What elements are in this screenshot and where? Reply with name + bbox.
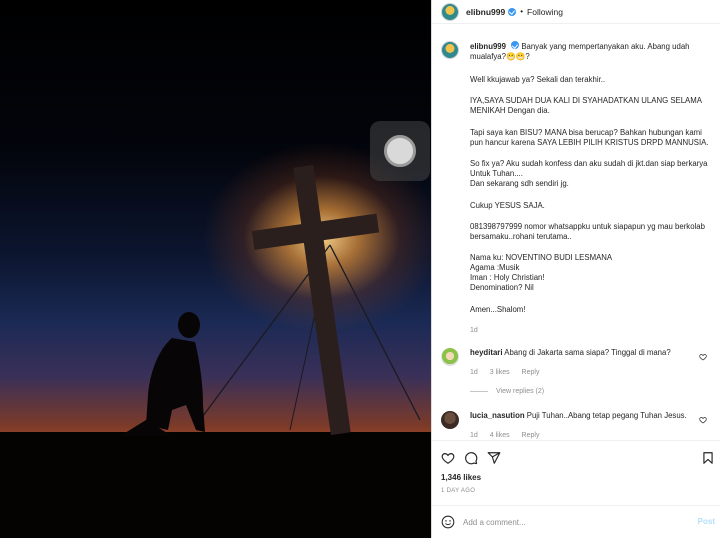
view-replies-button[interactable]: View replies (2) xyxy=(470,388,544,395)
comment-like-icon[interactable] xyxy=(699,416,707,424)
post-comment-button[interactable]: Post xyxy=(698,517,715,526)
following-button[interactable]: Following xyxy=(527,7,563,17)
add-comment-bar: Post xyxy=(432,505,720,538)
play-indicator[interactable] xyxy=(370,121,430,181)
play-indicator-icon xyxy=(384,135,416,167)
caption-first-line: elibnu999 Banyak yang mempertanyakan aku… xyxy=(470,41,713,62)
post-detail-panel: elibnu999 • Following elibnu999 Banyak y… xyxy=(431,0,720,538)
share-icon[interactable] xyxy=(487,451,501,465)
comment-time[interactable]: 1d xyxy=(470,369,478,376)
view-replies-label: View replies (2) xyxy=(496,388,545,395)
comment-likes[interactable]: 4 likes xyxy=(490,432,510,439)
comment-time[interactable]: 1d xyxy=(470,432,478,439)
caption-paragraph-8: Amen...Shalom! xyxy=(470,305,526,314)
comment-text-line: heyditari Abang di Jakarta sama siapa? T… xyxy=(470,348,700,358)
comment-like-icon[interactable] xyxy=(699,353,707,361)
post-image[interactable] xyxy=(0,0,431,538)
view-replies-divider xyxy=(470,391,488,392)
comment-icon[interactable] xyxy=(464,451,478,465)
comment-meta: 1d 4 likes Reply xyxy=(470,432,549,439)
cross-silhouette-illustration xyxy=(120,164,421,436)
cross-icon xyxy=(251,164,380,436)
avatar[interactable] xyxy=(441,348,459,366)
header-separator: • xyxy=(520,7,524,16)
caption-paragraph-3: Tapi saya kan BISU? MANA bisa berucap? B… xyxy=(470,128,709,147)
caption-paragraph-5: Cukup YESUS SAJA. xyxy=(470,201,545,210)
comment-text-line: lucia_nasution Puji Tuhan..Abang tetap p… xyxy=(470,411,700,421)
likes-count[interactable]: 1,346 likes xyxy=(441,473,481,482)
comment-reply-button[interactable]: Reply xyxy=(522,432,540,439)
caption-paragraph-7: Nama ku: NOVENTINO BUDI LESMANA Agama :M… xyxy=(470,253,613,292)
avatar[interactable] xyxy=(441,2,459,21)
caption-paragraph-2: IYA,SAYA SUDAH DUA KALI DI SYAHADATKAN U… xyxy=(470,96,702,115)
post-date[interactable]: 1 DAY AGO xyxy=(441,488,475,494)
comment-username[interactable]: heyditari xyxy=(470,348,503,357)
verified-badge-icon xyxy=(511,41,520,49)
avatar[interactable] xyxy=(441,411,459,429)
caption-emoji: 😬😬? xyxy=(505,52,530,61)
comment-username[interactable]: lucia_nasution xyxy=(470,411,525,420)
post-header: elibnu999 • Following xyxy=(432,0,720,24)
comment-text: Puji Tuhan..Abang tetap pegang Tuhan Jes… xyxy=(526,411,687,420)
caption-paragraph-1: Well kkujawab ya? Sekali dan terakhir.. xyxy=(470,75,606,84)
comment-text: Abang di Jakarta sama siapa? Tinggal di … xyxy=(504,348,671,357)
caption-paragraph-6: 081398797999 nomor whatsappku untuk siap… xyxy=(470,222,705,241)
caption-time[interactable]: 1d xyxy=(470,326,713,336)
caption-avatar[interactable] xyxy=(441,41,459,59)
comment-reply-button[interactable]: Reply xyxy=(522,369,540,376)
wire-mid xyxy=(289,299,319,431)
comment-meta: 1d 3 likes Reply xyxy=(470,369,549,376)
comment-likes[interactable]: 3 likes xyxy=(490,369,510,376)
caption-paragraph-4: So fix ya? Aku sudah konfess dan aku sud… xyxy=(470,159,708,188)
post-username[interactable]: elibnu999 xyxy=(466,7,505,17)
heart-icon[interactable] xyxy=(441,451,455,465)
bookmark-icon[interactable] xyxy=(701,451,715,465)
kneeling-person-silhouette xyxy=(120,312,205,436)
verified-badge-icon xyxy=(508,7,517,16)
caption-username[interactable]: elibnu999 xyxy=(470,42,506,51)
comment-input[interactable] xyxy=(463,515,683,529)
emoji-icon[interactable] xyxy=(441,515,455,529)
